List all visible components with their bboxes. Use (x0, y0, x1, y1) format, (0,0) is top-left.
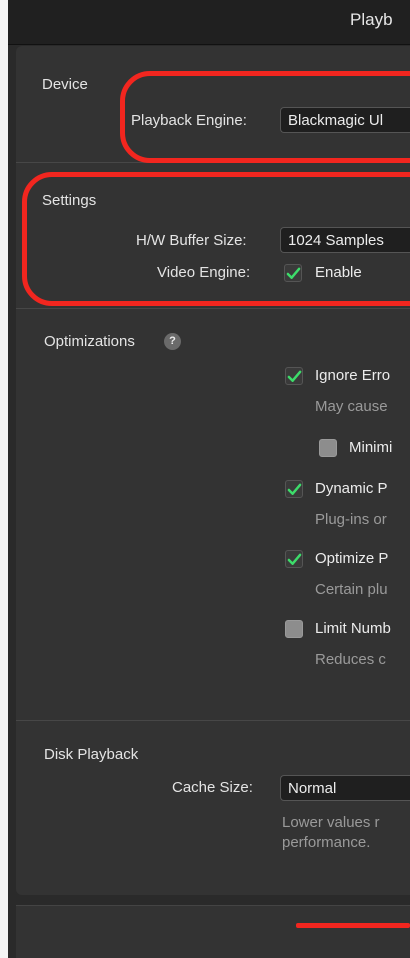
ignore-errors-desc: May cause (315, 398, 388, 415)
checkmark-icon (287, 370, 302, 382)
limit-number-checkbox[interactable] (285, 620, 303, 638)
checkmark-icon (287, 483, 302, 495)
minimize-checkbox[interactable] (319, 439, 337, 457)
minimize-label: Minimi (349, 439, 393, 456)
separator (16, 308, 410, 309)
limit-number-label: Limit Numb (315, 620, 391, 637)
optimize-plugin-label: Optimize P (315, 550, 389, 567)
limit-number-desc: Reduces c (315, 651, 386, 668)
device-highlight-outline (120, 71, 410, 163)
dynamic-plugin-desc: Plug-ins or (315, 511, 387, 528)
dynamic-plugin-checkbox[interactable] (285, 480, 303, 498)
checkmark-icon (287, 553, 302, 565)
optimize-plugin-desc: Certain plu (315, 581, 388, 598)
device-section-title: Device (42, 76, 88, 93)
disk-playback-section-title: Disk Playback (44, 746, 139, 763)
ignore-errors-checkbox[interactable] (285, 367, 303, 385)
ignore-errors-label: Ignore Erro (315, 367, 391, 384)
separator (16, 720, 410, 721)
playback-window: Playb Device Playback Engine: Blackmagic… (8, 0, 410, 958)
footer-highlight-mark (296, 923, 410, 928)
footer-bar (16, 905, 410, 958)
settings-panel: Device Playback Engine: Blackmagic Ul Se… (16, 46, 410, 895)
window-title: Playb (350, 10, 393, 29)
cache-size-desc-line2: performance. (282, 834, 371, 851)
help-icon[interactable]: ? (164, 333, 181, 350)
title-bar: Playb (8, 0, 410, 45)
optimizations-section-title: Optimizations (44, 333, 135, 350)
settings-highlight-outline (22, 172, 410, 306)
cache-size-select[interactable]: Normal (280, 775, 410, 801)
cache-size-label: Cache Size: (172, 779, 253, 796)
cache-size-desc-line1: Lower values r (282, 814, 380, 831)
dynamic-plugin-label: Dynamic P (315, 480, 388, 497)
optimize-plugin-checkbox[interactable] (285, 550, 303, 568)
